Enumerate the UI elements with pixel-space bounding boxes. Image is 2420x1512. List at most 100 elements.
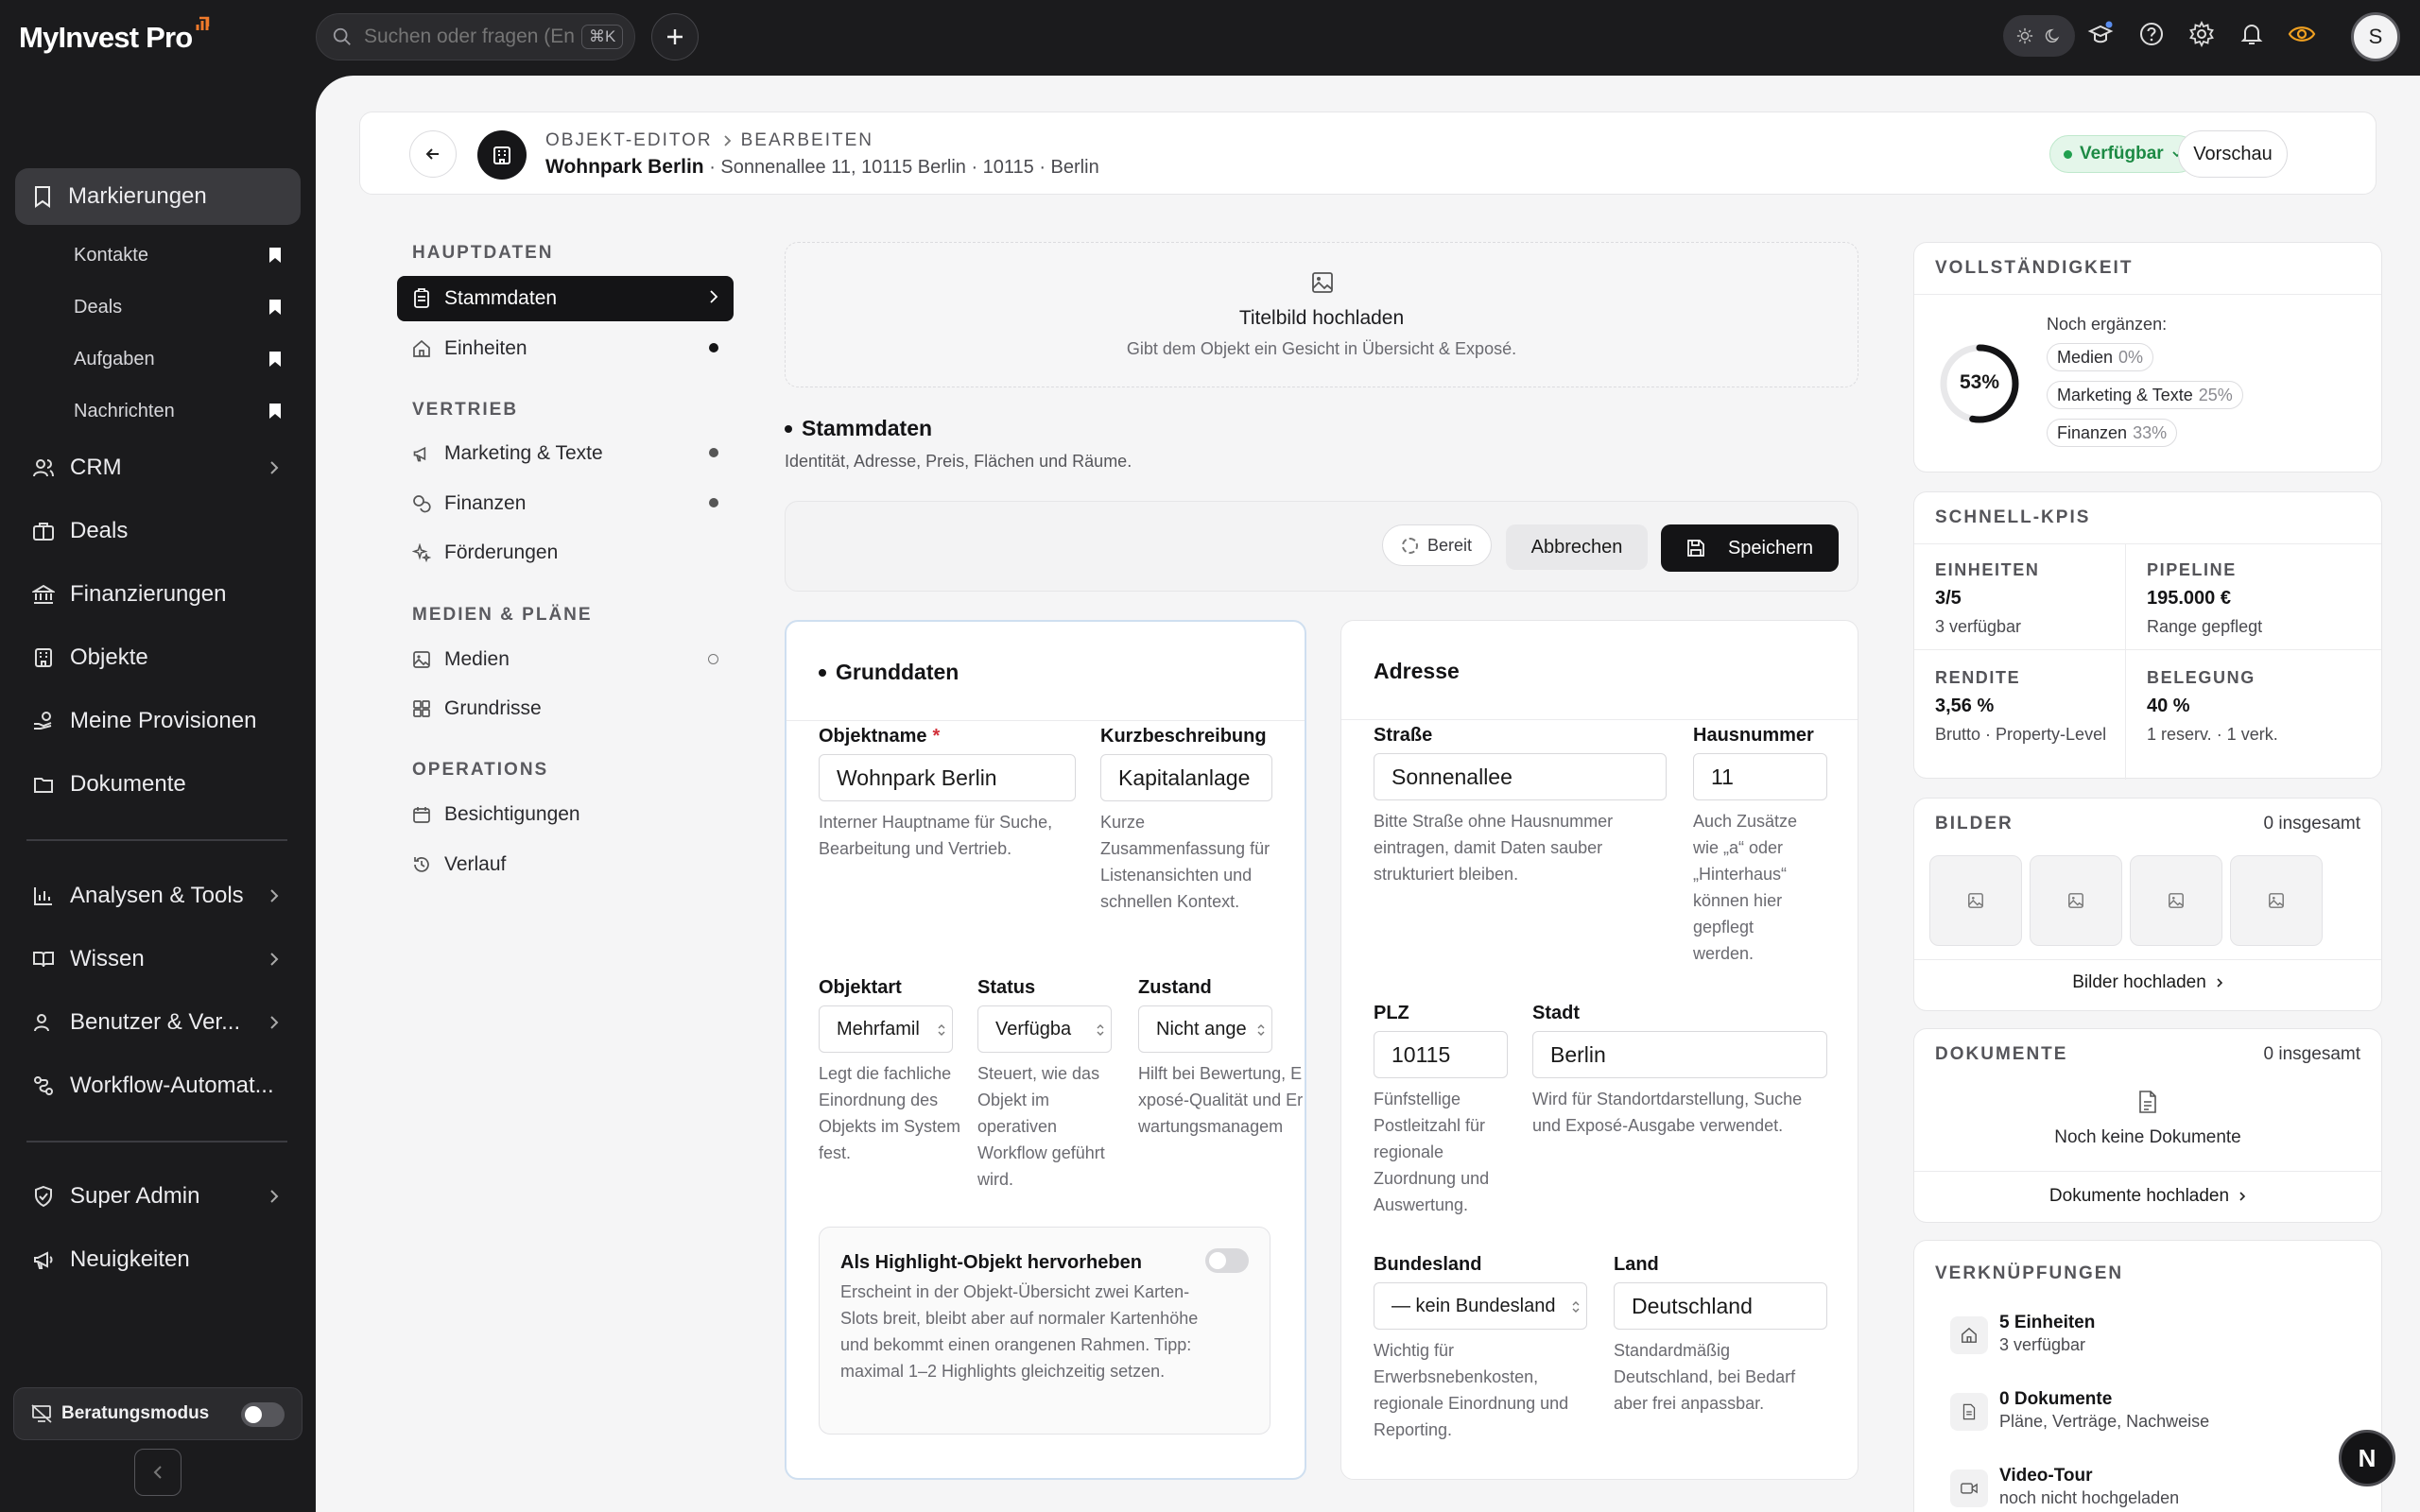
search-input[interactable] (364, 26, 574, 48)
objektname-input[interactable]: Wohnpark Berlin (819, 754, 1076, 801)
beratungsmodus-toggle-row[interactable]: Beratungsmodus (13, 1387, 302, 1440)
strasse-input[interactable]: Sonnenallee (1374, 753, 1667, 800)
link-item-dokumente[interactable]: 0 Dokumente Pläne, Verträge, Nachweise (1950, 1385, 2366, 1442)
secnav-item-foerderungen[interactable]: Förderungen (397, 530, 734, 576)
verknuepfungen-card: VERKNÜPFUNGEN 5 Einheiten 3 verfügbar 0 … (1913, 1240, 2382, 1512)
save-button[interactable]: Speichern (1661, 524, 1839, 572)
settings-gear-icon[interactable] (2188, 21, 2215, 47)
bar-chart-icon (32, 885, 55, 907)
zustand-select[interactable]: Nicht ange (1138, 1005, 1272, 1053)
sun-icon[interactable] (2016, 27, 2033, 44)
preview-button[interactable]: Vorschau (2178, 130, 2288, 178)
ready-label: Bereit (1426, 535, 1473, 555)
breadcrumb-editor[interactable]: OBJEKT-EDITOR (545, 130, 713, 151)
sidebar-item-super-admin[interactable]: Super Admin (15, 1168, 301, 1225)
missing-pill-medien[interactable]: Medien 0% (2047, 343, 2154, 371)
status-select[interactable]: Verfügba (977, 1005, 1112, 1053)
kurzbeschreibung-input[interactable]: Kapitalanlage (1100, 754, 1272, 801)
dokumente-title: DOKUMENTE (1935, 1044, 2068, 1064)
sparkles-icon (412, 543, 431, 562)
breadcrumb: OBJEKT-EDITOR BEARBEITEN (545, 130, 873, 151)
secnav-item-marketing[interactable]: Marketing & Texte (397, 431, 734, 476)
editor-header: OBJEKT-EDITOR BEARBEITEN Wohnpark Berlin… (359, 112, 2377, 195)
search-bar[interactable]: ⌘K (316, 13, 635, 60)
sidebar-sub-item-kontakte[interactable]: Kontakte (74, 236, 282, 274)
plz-input[interactable]: 10115 (1374, 1031, 1508, 1078)
sidebar-item-finanzierungen[interactable]: Finanzierungen (15, 566, 301, 623)
upload-images-link[interactable]: Bilder hochladen (1914, 972, 2381, 993)
land-label: Land (1614, 1254, 1659, 1275)
land-input[interactable]: Deutschland (1614, 1282, 1827, 1330)
notification-bell-icon[interactable] (2238, 21, 2265, 47)
moon-icon[interactable] (2045, 27, 2062, 44)
kpi-rendite: RENDITE 3,56 % Brutto · Property-Level (1935, 668, 2115, 746)
bookmark-filled-icon (268, 247, 282, 264)
help-icon[interactable] (2138, 21, 2165, 47)
image-placeholder[interactable] (1929, 855, 2022, 946)
sidebar-item-analysen-tools[interactable]: Analysen & Tools (15, 868, 301, 924)
link-item-video-tour[interactable]: Video-Tour noch nicht hochgeladen (1950, 1462, 2366, 1512)
image-placeholder[interactable] (2030, 855, 2122, 946)
search-icon (332, 26, 353, 47)
sidebar-sub-label: Aufgaben (74, 348, 155, 369)
sidebar-item-label: Objekte (70, 644, 148, 670)
highlight-toggle[interactable] (1205, 1248, 1249, 1273)
add-button[interactable] (651, 13, 699, 60)
upload-description: Gibt dem Objekt ein Gesicht in Übersicht… (1126, 339, 1517, 358)
secnav-item-medien[interactable]: Medien (397, 637, 734, 682)
secnav-item-finanzen[interactable]: Finanzen (397, 481, 734, 526)
link-item-einheiten[interactable]: 5 Einheiten 3 verfügbar (1950, 1309, 2366, 1366)
sidebar-item-meine-provisionen[interactable]: Meine Provisionen (15, 693, 301, 749)
secnav-item-grundrisse[interactable]: Grundrisse (397, 686, 734, 731)
sidebar-item-benutzer[interactable]: Benutzer & Ver... (15, 994, 301, 1051)
sidebar-item-wissen[interactable]: Wissen (15, 931, 301, 988)
secnav-item-stammdaten[interactable]: Stammdaten (397, 276, 734, 321)
sidebar-sub-item-aufgaben[interactable]: Aufgaben (74, 340, 282, 378)
sidebar-item-deals[interactable]: Deals (15, 503, 301, 559)
cancel-button[interactable]: Abbrechen (1506, 524, 1648, 570)
app-logo[interactable]: MyInvest Pro (19, 16, 213, 55)
stadt-input[interactable]: Berlin (1532, 1031, 1827, 1078)
secnav-item-verlauf[interactable]: Verlauf (397, 842, 734, 887)
secnav-label: Stammdaten (444, 287, 558, 309)
secnav-item-einheiten[interactable]: Einheiten (397, 326, 734, 371)
object-title: Wohnpark Berlin (545, 156, 704, 178)
loader-icon (1401, 537, 1418, 554)
sidebar-item-objekte[interactable]: Objekte (15, 629, 301, 686)
sidebar-divider (26, 839, 287, 841)
kpi-divider-vertical (2125, 543, 2126, 780)
beratungsmodus-switch[interactable] (241, 1402, 285, 1427)
pill-value: 0% (2118, 347, 2144, 367)
back-button[interactable] (409, 130, 457, 178)
assistant-fab-button[interactable]: N (2339, 1430, 2395, 1486)
sidebar-item-neuigkeiten[interactable]: Neuigkeiten (15, 1231, 301, 1288)
image-placeholder[interactable] (2130, 855, 2222, 946)
plus-icon (665, 26, 685, 47)
graduation-cap-icon[interactable] (2087, 21, 2114, 47)
hausnummer-input[interactable]: 11 (1693, 753, 1827, 800)
theme-switch[interactable] (2003, 15, 2075, 57)
kpi-value: 195.000 € (2147, 588, 2231, 609)
secnav-item-besichtigungen[interactable]: Besichtigungen (397, 792, 734, 837)
image-placeholder[interactable] (2230, 855, 2323, 946)
cover-image-upload[interactable]: Titelbild hochladen Gibt dem Objekt ein … (785, 242, 1858, 387)
missing-pill-marketing[interactable]: Marketing & Texte 25% (2047, 381, 2243, 409)
sidebar-item-label: Markierungen (68, 183, 207, 209)
app-brand: MyInvest Pro (19, 21, 193, 54)
eye-icon[interactable] (2288, 21, 2316, 47)
sidebar-item-crm[interactable]: CRM (15, 439, 301, 496)
sidebar-item-label: Workflow-Automat... (70, 1073, 274, 1098)
sidebar-item-markierungen[interactable]: Markierungen (15, 168, 301, 225)
secnav-label: Einheiten (444, 337, 527, 359)
bundesland-select[interactable]: — kein Bundesland (1374, 1282, 1587, 1330)
sidebar-item-dokumente[interactable]: Dokumente (15, 756, 301, 813)
sidebar-item-workflow[interactable]: Workflow-Automat... (15, 1057, 301, 1114)
upload-documents-link[interactable]: Dokumente hochladen (1914, 1186, 2381, 1207)
sidebar-sub-item-deals[interactable]: Deals (74, 288, 282, 326)
collapse-sidebar-button[interactable] (134, 1449, 182, 1496)
missing-pill-finanzen[interactable]: Finanzen 33% (2047, 419, 2178, 447)
user-avatar[interactable]: S (2351, 12, 2400, 61)
objektart-select[interactable]: Mehrfamil (819, 1005, 953, 1053)
status-dropdown[interactable]: Verfügbar (2049, 135, 2197, 173)
sidebar-sub-item-nachrichten[interactable]: Nachrichten (74, 392, 282, 430)
